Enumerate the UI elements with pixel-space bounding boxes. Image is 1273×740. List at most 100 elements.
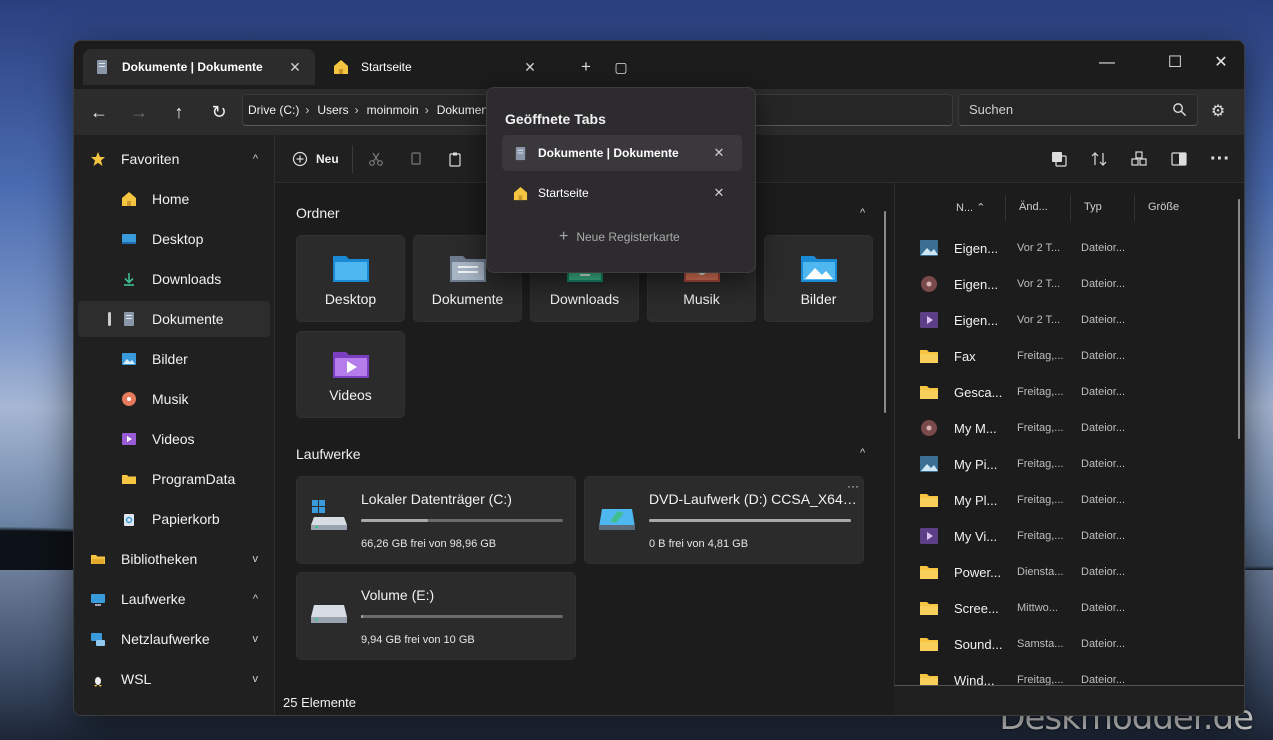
- sidebar-item-desktop[interactable]: Desktop: [78, 221, 270, 257]
- maximize-button[interactable]: ☐: [1152, 47, 1198, 79]
- layout-icon: [1131, 151, 1147, 166]
- file-row[interactable]: My M... Freitag,... Dateior...: [895, 411, 1235, 447]
- chevron-up-icon[interactable]: ^: [860, 207, 865, 219]
- file-row[interactable]: Eigen... Vor 2 T... Dateior...: [895, 267, 1235, 303]
- breadcrumb-item[interactable]: moinmoin: [367, 103, 419, 117]
- sidebar-item-wsl[interactable]: WSL v: [78, 661, 270, 697]
- close-tab-button[interactable]: ✕: [709, 145, 729, 161]
- close-tab-button[interactable]: ✕: [285, 59, 305, 76]
- chevron-up-icon[interactable]: ^: [253, 153, 258, 165]
- flyout-tab-dokumente[interactable]: Dokumente | Dokumente ✕: [502, 135, 742, 171]
- column-header-date[interactable]: Änd...: [1019, 201, 1048, 213]
- sidebar-item-favoriten[interactable]: Favoriten ^: [78, 141, 270, 177]
- pane-icon: [1171, 152, 1187, 166]
- sidebar-item-bibliotheken[interactable]: Bibliotheken v: [78, 541, 270, 577]
- folder-label: Downloads: [549, 291, 620, 307]
- sidebar-item-home[interactable]: Home: [78, 181, 270, 217]
- refresh-button[interactable]: ↻: [204, 97, 234, 127]
- new-tab-button[interactable]: +: [574, 55, 598, 79]
- drive-tile-d[interactable]: DVD-Laufwerk (D:) CCSA_X64FRE_DE-DE_DV5 …: [584, 476, 864, 564]
- drive-usage-bar: [361, 615, 563, 618]
- tab-startseite[interactable]: Startseite ✕: [322, 49, 550, 85]
- sidebar-item-downloads[interactable]: Downloads: [78, 261, 270, 297]
- sidebar-item-netzlaufwerke[interactable]: Netzlaufwerke v: [78, 621, 270, 657]
- folder-label: Musik: [683, 291, 720, 307]
- sidebar-item-papierkorb[interactable]: Papierkorb: [78, 501, 270, 537]
- tab-overview-button[interactable]: ▢: [609, 55, 633, 79]
- back-button[interactable]: ←: [84, 97, 114, 127]
- close-tab-button[interactable]: ✕: [709, 185, 729, 201]
- chevron-down-icon[interactable]: v: [253, 633, 259, 645]
- file-row[interactable]: Power... Diensta... Dateior...: [895, 555, 1235, 591]
- sidebar-item-laufwerke[interactable]: Laufwerke ^: [78, 581, 270, 617]
- flyout-tab-startseite[interactable]: Startseite ✕: [502, 175, 742, 211]
- file-date: Freitag,...: [1017, 494, 1064, 506]
- minimize-button[interactable]: —: [1084, 47, 1130, 79]
- folder-tile-bilder[interactable]: Bilder: [764, 235, 873, 322]
- folder-tile-videos[interactable]: Videos: [296, 331, 405, 418]
- drive-tile-c[interactable]: Lokaler Datenträger (C:) 66,26 GB frei v…: [296, 476, 576, 564]
- more-options-button[interactable]: ···: [1210, 147, 1230, 171]
- column-divider[interactable]: [1005, 195, 1006, 221]
- flyout-new-tab-button[interactable]: + Neue Registerkarte: [559, 228, 680, 246]
- sidebar-item-videos[interactable]: Videos: [78, 421, 270, 457]
- vertical-scrollbar[interactable]: [884, 211, 886, 413]
- file-row[interactable]: My Vi... Freitag,... Dateior...: [895, 519, 1235, 555]
- file-type: Dateior...: [1081, 566, 1126, 578]
- folder-tile-desktop[interactable]: Desktop: [296, 235, 405, 322]
- file-row[interactable]: Gesca... Freitag,... Dateior...: [895, 375, 1235, 411]
- chevron-up-icon[interactable]: ^: [860, 447, 865, 459]
- close-window-button[interactable]: ✕: [1198, 47, 1244, 79]
- select-button[interactable]: [1050, 147, 1068, 171]
- copy-button[interactable]: [408, 147, 424, 171]
- file-row[interactable]: Eigen... Vor 2 T... Dateior...: [895, 231, 1235, 267]
- file-row[interactable]: Eigen... Vor 2 T... Dateior...: [895, 303, 1235, 339]
- command-bar: Neu ···: [274, 135, 1244, 183]
- ellipsis-icon: ···: [1210, 147, 1230, 170]
- sidebar-item-programdata[interactable]: ProgramData: [78, 461, 270, 497]
- forward-button[interactable]: →: [124, 97, 154, 127]
- file-row[interactable]: My Pi... Freitag,... Dateior...: [895, 447, 1235, 483]
- settings-button[interactable]: ⚙: [1205, 99, 1231, 125]
- preview-pane-button[interactable]: [1170, 147, 1188, 171]
- file-row[interactable]: My Pl... Freitag,... Dateior...: [895, 483, 1235, 519]
- drive-tile-e[interactable]: Volume (E:) 9,94 GB frei von 10 GB: [296, 572, 576, 660]
- up-button[interactable]: ↑: [164, 97, 194, 127]
- chevron-down-icon[interactable]: v: [253, 673, 259, 685]
- sidebar-item-dokumente[interactable]: Dokumente: [78, 301, 270, 337]
- sidebar-item-musik[interactable]: Musik: [78, 381, 270, 417]
- file-row[interactable]: Scree... Mittwo... Dateior...: [895, 591, 1235, 627]
- download-icon: [124, 273, 134, 286]
- file-row[interactable]: Wind... Freitag,... Dateior...: [895, 663, 1235, 685]
- sort-icon: [1091, 152, 1107, 166]
- chevron-down-icon[interactable]: v: [253, 553, 259, 565]
- column-header-type[interactable]: Typ: [1084, 201, 1102, 213]
- tab-dokumente[interactable]: Dokumente | Dokumente ✕: [83, 49, 315, 85]
- search-input[interactable]: Suchen: [958, 94, 1198, 126]
- drive-name: Lokaler Datenträger (C:): [361, 491, 512, 507]
- file-row[interactable]: Sound... Samsta... Dateior...: [895, 627, 1235, 663]
- column-divider[interactable]: [1070, 195, 1071, 221]
- breadcrumb-item[interactable]: Users: [317, 103, 348, 117]
- sidebar-item-bilder[interactable]: Bilder: [78, 341, 270, 377]
- folder-icon: [919, 671, 939, 685]
- column-divider[interactable]: [1134, 195, 1135, 221]
- drive-more-button[interactable]: ···: [847, 479, 859, 493]
- close-tab-button[interactable]: ✕: [520, 59, 540, 76]
- file-name: My M...: [954, 421, 997, 436]
- dvd-drive-icon: [599, 509, 635, 530]
- column-header-size[interactable]: Größe: [1148, 201, 1179, 213]
- paste-button[interactable]: [447, 147, 463, 171]
- vertical-scrollbar[interactable]: [1238, 199, 1240, 439]
- file-name: Eigen...: [954, 241, 999, 256]
- cut-button[interactable]: [368, 147, 384, 171]
- sort-button[interactable]: [1090, 147, 1108, 171]
- plus-icon: +: [559, 228, 569, 245]
- column-header-name[interactable]: N... ⌃: [956, 201, 985, 214]
- breadcrumb-item[interactable]: Drive (C:): [248, 103, 299, 117]
- chevron-up-icon[interactable]: ^: [253, 593, 258, 605]
- new-button[interactable]: Neu: [292, 147, 339, 171]
- layout-button[interactable]: [1130, 147, 1148, 171]
- sidebar-item-label: ProgramData: [152, 471, 236, 487]
- file-row[interactable]: Fax Freitag,... Dateior...: [895, 339, 1235, 375]
